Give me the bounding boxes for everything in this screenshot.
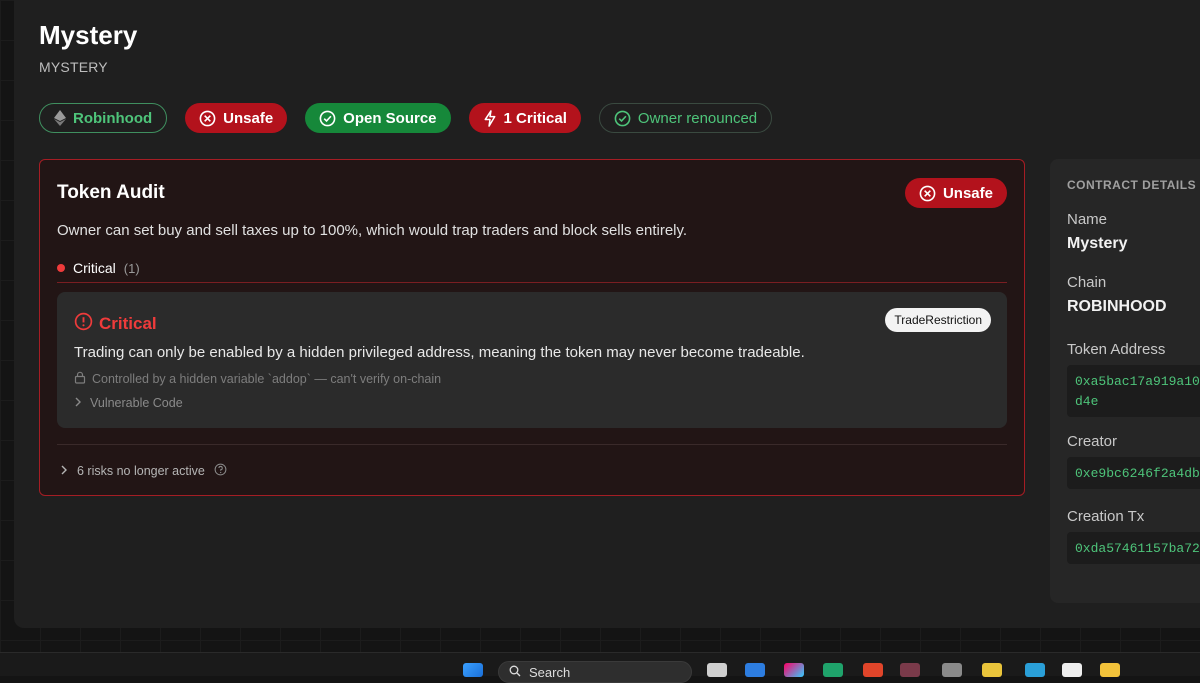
chevron-right-icon	[60, 464, 68, 478]
name-value: Mystery	[1067, 235, 1128, 252]
unsafe-badge[interactable]: Unsafe	[185, 103, 288, 133]
severity-divider	[57, 282, 1007, 283]
page-title: Mystery	[39, 20, 138, 50]
finding-severity-label: Critical	[99, 314, 157, 333]
audit-status-badge[interactable]: Unsafe	[904, 178, 1007, 208]
contract-details-panel: CONTRACT DETAILS Name Mystery Chain ROBI…	[1050, 159, 1200, 603]
taskbar-search[interactable]: Search	[498, 661, 692, 683]
token-page-panel: Mystery MYSTERY Robinhood Unsafe Open So…	[14, 0, 1200, 628]
severity-group-header: Critical (1)	[57, 260, 140, 276]
os-taskbar: Search	[0, 652, 1200, 683]
token-symbol: MYSTERY	[39, 59, 108, 75]
inactive-risks-toggle[interactable]: 6 risks no longer active	[60, 463, 227, 479]
audit-divider	[57, 444, 1007, 445]
owner-renounced-badge-label: Owner renounced	[637, 109, 758, 127]
badge-row: Robinhood Unsafe Open Source 1 Critical …	[39, 103, 773, 133]
finding-text: Trading can only be enabled by a hidden …	[74, 344, 805, 361]
ethereum-icon	[54, 110, 66, 126]
token-audit-card: Token Audit Unsafe Owner can set buy and…	[39, 159, 1025, 496]
finding-severity: Critical	[74, 312, 157, 336]
open-source-badge-label: Open Source	[343, 109, 437, 127]
vulnerable-code-toggle[interactable]: Vulnerable Code	[74, 396, 183, 410]
creation-tx-value[interactable]: 0xda57461157ba72	[1067, 532, 1200, 564]
critical-count-badge-label: 1 Critical	[503, 109, 567, 127]
audit-title: Token Audit	[57, 182, 165, 203]
token-address-label: Token Address	[1067, 341, 1166, 358]
help-circle-icon[interactable]	[214, 463, 227, 479]
contract-details-heading: CONTRACT DETAILS	[1067, 178, 1197, 192]
x-circle-icon	[919, 185, 936, 202]
chain-badge-label: Robinhood	[73, 109, 153, 127]
finding-card: Critical TradeRestriction Trading can on…	[57, 292, 1007, 428]
severity-count: (1)	[123, 260, 140, 276]
critical-count-badge[interactable]: 1 Critical	[468, 103, 581, 133]
creator-label: Creator	[1067, 433, 1118, 450]
alert-circle-icon	[74, 312, 93, 336]
taskbar-search-label: Search	[529, 664, 571, 680]
open-source-badge[interactable]: Open Source	[305, 103, 451, 133]
inactive-risks-label: 6 risks no longer active	[77, 464, 205, 478]
chain-label: Chain	[1067, 274, 1107, 291]
chevron-right-icon	[74, 396, 82, 410]
check-circle-icon	[319, 110, 336, 127]
vulnerable-code-label: Vulnerable Code	[90, 396, 183, 410]
critical-dot-icon	[57, 264, 65, 272]
finding-category-tag: TradeRestriction	[885, 308, 991, 332]
check-circle-icon	[614, 110, 631, 127]
chain-value: ROBINHOOD	[1067, 298, 1167, 315]
lock-icon	[74, 371, 86, 387]
token-address-value[interactable]: 0xa5bac17a919a10 d4e	[1067, 365, 1200, 417]
search-icon	[509, 665, 521, 680]
severity-label: Critical	[73, 260, 116, 276]
name-label: Name	[1067, 211, 1108, 228]
audit-status-label: Unsafe	[942, 184, 993, 202]
creation-tx-label: Creation Tx	[1067, 508, 1145, 525]
x-circle-icon	[199, 110, 216, 127]
lightning-icon	[483, 109, 497, 127]
unsafe-badge-label: Unsafe	[223, 109, 274, 127]
audit-description: Owner can set buy and sell taxes up to 1…	[57, 222, 688, 239]
finding-note-text: Controlled by a hidden variable `addop` …	[92, 372, 442, 386]
creator-value[interactable]: 0xe9bc6246f2a4db	[1067, 457, 1200, 489]
finding-note: Controlled by a hidden variable `addop` …	[74, 371, 441, 387]
owner-renounced-badge[interactable]: Owner renounced	[598, 103, 773, 133]
chain-badge[interactable]: Robinhood	[39, 103, 168, 133]
